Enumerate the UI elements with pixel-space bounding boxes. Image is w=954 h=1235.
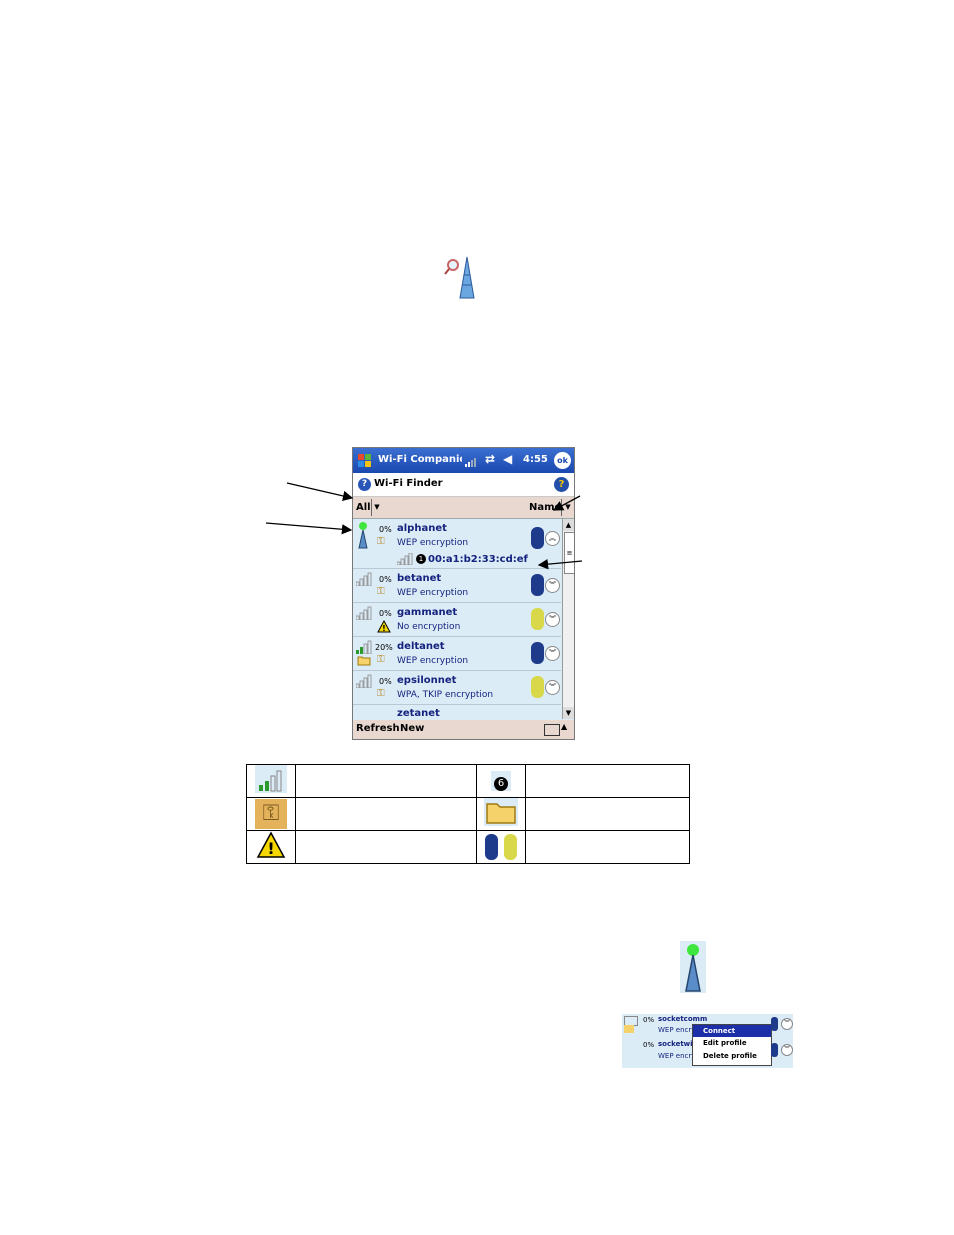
profile-toggle-on-icon (485, 834, 499, 860)
legend-keys-cell: ⚿ (246, 797, 296, 831)
arrow-connected (265, 522, 353, 535)
encryption-label: WEP encry (658, 1026, 696, 1034)
folder-icon (624, 1025, 634, 1033)
profile-toggle-on[interactable] (771, 1017, 778, 1031)
keys-icon: ⚿ (255, 799, 287, 829)
legend-folder-cell (476, 797, 526, 831)
svg-text:!: ! (267, 839, 274, 858)
expand-icon[interactable]: ︾ (781, 1044, 793, 1056)
arrow-sort (552, 495, 581, 511)
legend-signal-cell (246, 764, 296, 798)
icon-legend-table: 6 ⚿ ! (246, 764, 690, 864)
popup-menu: Connect Edit profile Delete profile (692, 1024, 772, 1066)
arrow-mac (537, 558, 583, 570)
folder-icon (484, 798, 518, 826)
signal-percent: 0% (643, 1041, 655, 1049)
context-menu-example: 0% socketcomm WEP encry 0% socketwi WEP … (622, 1014, 793, 1068)
edit-profile-menu-item[interactable]: Edit profile (693, 1037, 771, 1050)
signal-strength-icon (255, 765, 287, 793)
network-name: socketwi (658, 1040, 693, 1048)
network-name: socketcomm (658, 1015, 708, 1023)
legend-toggle-cell (476, 830, 526, 864)
access-point-count-icon: 6 (494, 777, 508, 791)
connect-menu-item[interactable]: Connect (693, 1025, 771, 1037)
encryption-label: WEP encry (658, 1052, 696, 1060)
callout-arrows (265, 482, 583, 570)
delete-profile-menu-item[interactable]: Delete profile (693, 1050, 771, 1063)
connected-tower-icon (680, 941, 706, 993)
signal-percent: 0% (643, 1016, 655, 1024)
warning-icon: ! (256, 831, 286, 858)
arrow-filter (286, 482, 354, 502)
legend-warning-cell: ! (246, 830, 296, 864)
profile-toggle-off-icon (503, 834, 517, 860)
legend-badge-cell: 6 (476, 764, 526, 798)
expand-icon[interactable]: ︾ (781, 1018, 793, 1030)
profile-toggle-on[interactable] (771, 1043, 778, 1057)
